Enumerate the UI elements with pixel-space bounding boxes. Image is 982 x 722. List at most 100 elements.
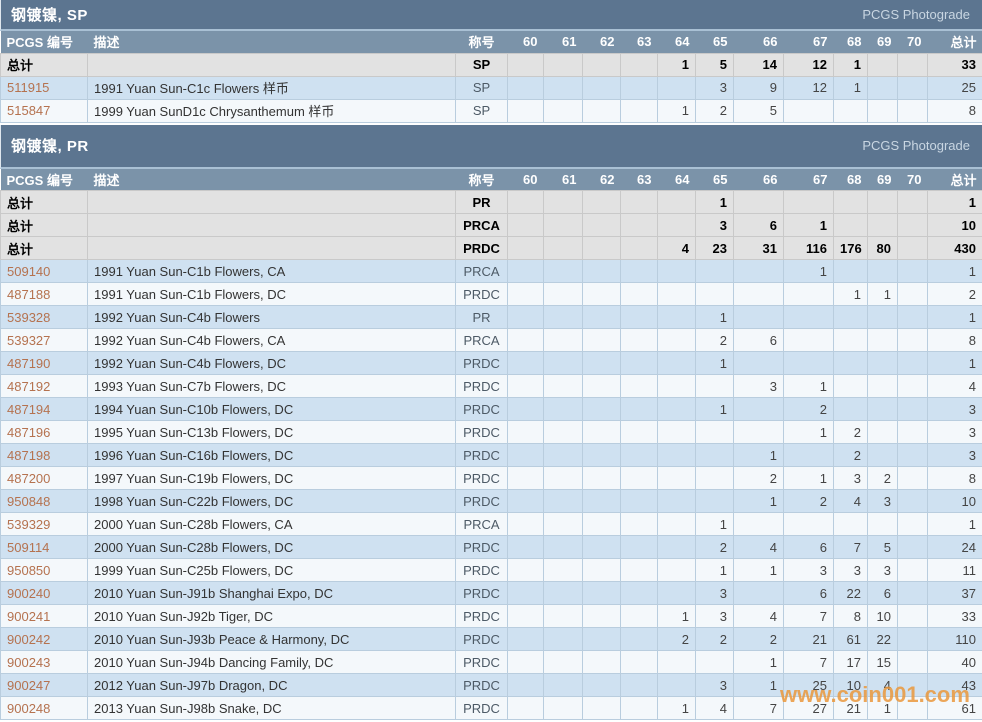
coin-row: 900243 2010 Yuan Sun-J94b Dancing Family,…: [0, 650, 982, 674]
grade-count-cell: 10: [867, 604, 898, 628]
grade-count-cell: [897, 420, 928, 444]
grade-count-cell: [582, 328, 621, 352]
grade-count-cell: [507, 397, 544, 421]
column-header-pcgs: PCGS 编号: [0, 31, 88, 53]
grade-count-cell: [507, 190, 544, 214]
pcgs-number-link[interactable]: 539329: [7, 517, 50, 532]
column-header-grade-67: 67: [783, 31, 834, 53]
grade-count-cell: 1: [695, 397, 734, 421]
grade-count-cell: [620, 374, 658, 398]
pcgs-number-link[interactable]: 900241: [7, 609, 50, 624]
grade-count-cell: [657, 650, 696, 674]
grade-count-cell: [507, 374, 544, 398]
total-row: 总计 PR 1 1: [0, 190, 982, 214]
total-label-cell: 总计: [0, 190, 88, 214]
description-cell: 1991 Yuan Sun-C1b Flowers, DC: [87, 282, 456, 306]
grade-count-cell: [582, 397, 621, 421]
grade-count-cell: [867, 52, 898, 77]
grade-count-cell: [783, 512, 834, 536]
description-cell: [87, 190, 456, 214]
grade-count-cell: [543, 443, 583, 467]
grade-count-cell: 9: [733, 75, 784, 100]
pcgs-number-cell: 487196: [0, 420, 88, 444]
pcgs-number-link[interactable]: 487192: [7, 379, 50, 394]
pcgs-number-link[interactable]: 900243: [7, 655, 50, 670]
designation-cell: PRDC: [455, 627, 508, 651]
brand-label: PCGS Photograde: [862, 138, 970, 153]
pcgs-number-link[interactable]: 509140: [7, 264, 50, 279]
pcgs-number-link[interactable]: 487198: [7, 448, 50, 463]
grade-count-cell: 22: [867, 627, 898, 651]
designation-cell: PRDC: [455, 489, 508, 513]
grade-count-cell: 1: [695, 558, 734, 582]
grade-count-cell: [897, 75, 928, 100]
pcgs-number-cell: 900248: [0, 696, 88, 720]
grade-count-cell: [897, 236, 928, 260]
pcgs-number-link[interactable]: 509114: [7, 540, 49, 555]
grade-count-cell: [582, 512, 621, 536]
pcgs-number-link[interactable]: 900240: [7, 586, 50, 601]
pcgs-number-link[interactable]: 539328: [7, 310, 50, 325]
grade-count-cell: 3: [833, 466, 868, 490]
grade-count-cell: [582, 650, 621, 674]
grade-count-cell: [507, 213, 544, 237]
grade-count-cell: [620, 328, 658, 352]
pcgs-number-link[interactable]: 515847: [7, 103, 50, 118]
grade-count-cell: [582, 466, 621, 490]
grade-count-cell: [620, 673, 658, 697]
grade-count-cell: [733, 420, 784, 444]
grade-count-cell: [620, 489, 658, 513]
pcgs-number-cell: 487198: [0, 443, 88, 467]
row-total-cell: 3: [927, 443, 982, 467]
column-header-grade-69: 69: [867, 168, 898, 191]
grade-count-cell: [582, 305, 621, 329]
grade-count-cell: [657, 443, 696, 467]
pcgs-number-cell: 509114: [0, 535, 88, 559]
pcgs-number-link[interactable]: 900242: [7, 632, 50, 647]
pcgs-number-link[interactable]: 487190: [7, 356, 50, 371]
pcgs-number-link[interactable]: 900248: [7, 701, 50, 716]
pcgs-number-link[interactable]: 487196: [7, 425, 50, 440]
grade-count-cell: [507, 489, 544, 513]
grade-count-cell: 1: [657, 604, 696, 628]
pcgs-number-link[interactable]: 487200: [7, 471, 50, 486]
grade-count-cell: 7: [783, 604, 834, 628]
row-total-cell: 33: [927, 604, 982, 628]
grade-count-cell: [657, 328, 696, 352]
grade-count-cell: [543, 75, 583, 100]
report-sections: 钢镀镍, SP PCGS Photograde PCGS 编号 描述 称号 60 61 62 6…: [0, 0, 982, 720]
designation-cell: PRCA: [455, 213, 508, 237]
pcgs-number-link[interactable]: 511915: [7, 80, 49, 95]
pcgs-number-link[interactable]: 900247: [7, 678, 50, 693]
grade-count-cell: 3: [695, 75, 734, 100]
pcgs-number-link[interactable]: 950848: [7, 494, 50, 509]
designation-cell: PR: [455, 305, 508, 329]
pcgs-number-link[interactable]: 539327: [7, 333, 50, 348]
pcgs-number-link[interactable]: 487188: [7, 287, 50, 302]
grade-count-cell: [897, 52, 928, 77]
pcgs-number-link[interactable]: 950850: [7, 563, 50, 578]
grade-count-cell: 5: [867, 535, 898, 559]
designation-cell: PRDC: [455, 351, 508, 375]
description-cell: 2010 Yuan Sun-J94b Dancing Family, DC: [87, 650, 456, 674]
coin-row: 950850 1999 Yuan Sun-C25b Flowers, DC PRDC…: [0, 558, 982, 582]
coin-row: 539328 1992 Yuan Sun-C4b Flowers PR 1 1: [0, 305, 982, 329]
pcgs-number-cell: 487190: [0, 351, 88, 375]
grade-count-cell: 1: [733, 489, 784, 513]
grade-count-cell: [620, 604, 658, 628]
grade-count-cell: [582, 489, 621, 513]
pcgs-number-link[interactable]: 487194: [7, 402, 50, 417]
grade-count-cell: [695, 466, 734, 490]
grade-count-cell: [733, 351, 784, 375]
grade-count-cell: 61: [833, 627, 868, 651]
grade-count-cell: [543, 696, 583, 720]
grade-count-cell: 2: [733, 466, 784, 490]
grade-count-cell: [507, 52, 544, 77]
row-total-cell: 1: [927, 259, 982, 283]
grade-count-cell: [657, 420, 696, 444]
report-section: 钢镀镍, PR PCGS Photograde PCGS 编号 描述 称号 60 61 62 6…: [0, 124, 982, 720]
coin-row: 900240 2010 Yuan Sun-J91b Shanghai Expo, …: [0, 581, 982, 605]
grade-count-cell: 10: [833, 673, 868, 697]
coin-row: 487190 1992 Yuan Sun-C4b Flowers, DC PRDC 1…: [0, 351, 982, 375]
grade-count-cell: [657, 489, 696, 513]
